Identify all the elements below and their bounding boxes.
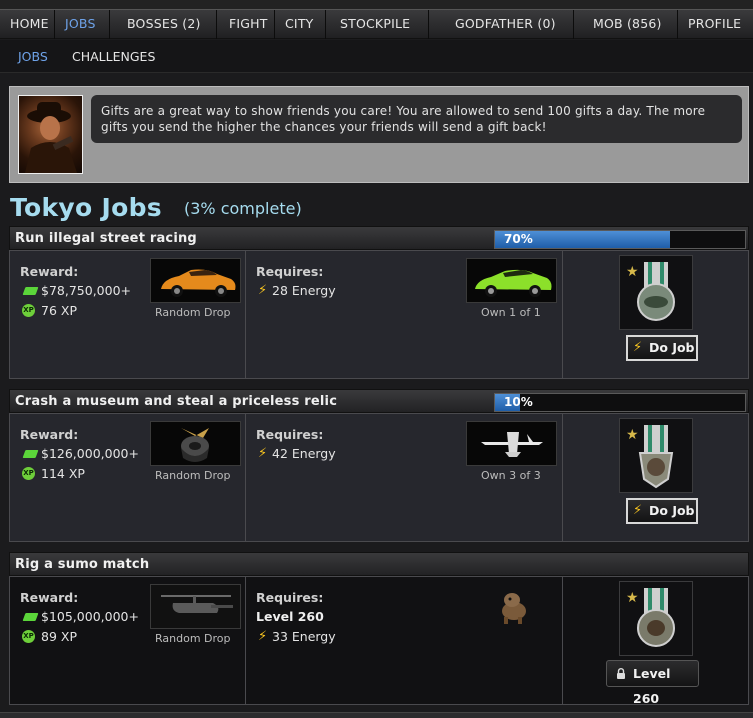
- drop-label: Random Drop: [155, 306, 231, 319]
- subnav-challenges[interactable]: CHALLENGES: [72, 49, 155, 64]
- job-name: Crash a museum and steal a priceless rel…: [15, 394, 338, 409]
- do-job-label: Do Job: [649, 340, 695, 355]
- energy-icon: ⚡: [258, 629, 268, 644]
- requires-column: Requires: ⚡ 42 Energy Own 3 of 3: [246, 414, 563, 541]
- bulldog-icon: [494, 589, 534, 625]
- energy-icon: ⚡: [633, 503, 643, 518]
- nav-home[interactable]: HOME: [0, 10, 55, 39]
- sub-nav: JOBS CHALLENGES: [0, 40, 753, 73]
- energy-icon: ⚡: [258, 283, 268, 298]
- do-job-label: Do Job: [649, 503, 695, 518]
- job-body: Reward: $78,750,000+ XP 76 XP Random Dro…: [9, 250, 749, 379]
- reward-cash: $78,750,000+: [41, 283, 131, 298]
- requires-label: Requires:: [256, 264, 324, 279]
- action-column: ★ ⚡ Do Job: [563, 251, 748, 378]
- drop-label: Random Drop: [155, 632, 231, 645]
- reward-label: Reward:: [20, 264, 79, 279]
- main-nav: HOME JOBS BOSSES (2) FIGHT CITY STOCKPIL…: [0, 9, 753, 39]
- action-column: ★ Level 260: [563, 577, 748, 706]
- energy-icon: ⚡: [258, 446, 268, 461]
- mastery-medal-icon: ★: [619, 581, 693, 656]
- job-progress-bar: 70%: [494, 230, 746, 249]
- reward-cash: $126,000,000+: [41, 446, 139, 461]
- completion-percent: (3% complete): [184, 199, 302, 218]
- footer-divider: [0, 712, 753, 718]
- job-progress-bar: 10%: [494, 393, 746, 412]
- nav-fight[interactable]: FIGHT: [217, 10, 275, 39]
- requires-column: Requires: Level 260 ⚡ 33 Energy: [246, 577, 563, 704]
- required-energy: 28 Energy: [272, 283, 336, 298]
- mastery-medal-icon: ★: [619, 418, 693, 493]
- own-count: Own 1 of 1: [481, 306, 541, 319]
- job-name: Rig a sumo match: [15, 557, 150, 572]
- nav-jobs[interactable]: JOBS: [55, 10, 110, 39]
- reward-column: Reward: $105,000,000+ XP 89 XP Random Dr…: [10, 577, 246, 704]
- reward-column: Reward: $126,000,000+ XP 114 XP Random D…: [10, 414, 246, 541]
- svg-text:★: ★: [626, 427, 639, 443]
- subnav-jobs[interactable]: JOBS: [18, 49, 48, 64]
- orange-sports-car-icon: [150, 258, 241, 303]
- cash-icon: [22, 613, 39, 621]
- required-level: Level 260: [256, 609, 324, 624]
- reward-xp: 114 XP: [41, 466, 85, 481]
- helicopter-icon: [150, 584, 241, 629]
- reward-label: Reward:: [20, 590, 79, 605]
- page-title: Tokyo Jobs: [10, 193, 162, 222]
- job-body: Reward: $126,000,000+ XP 114 XP Random D…: [9, 413, 749, 542]
- nav-mob[interactable]: MOB (856): [574, 10, 678, 39]
- nav-bosses[interactable]: BOSSES (2): [110, 10, 217, 39]
- xp-icon: XP: [22, 304, 35, 317]
- message-box: Gifts are a great way to show friends yo…: [9, 86, 749, 183]
- requires-label: Requires:: [256, 427, 324, 442]
- own-count: Own 3 of 3: [481, 469, 541, 482]
- reward-xp: 89 XP: [41, 629, 77, 644]
- drop-label: Random Drop: [155, 469, 231, 482]
- locked-level-label: Level 260: [633, 666, 671, 706]
- top-strip: [0, 0, 753, 9]
- cash-icon: [22, 450, 39, 458]
- job-name: Run illegal street racing: [15, 231, 197, 246]
- job-progress-label: 70%: [504, 232, 533, 246]
- do-job-button[interactable]: ⚡ Do Job: [626, 498, 698, 524]
- reward-cash: $105,000,000+: [41, 609, 139, 624]
- required-energy: 42 Energy: [272, 446, 336, 461]
- nav-stockpile[interactable]: STOCKPILE: [326, 10, 429, 39]
- svg-text:★: ★: [626, 264, 639, 280]
- reward-label: Reward:: [20, 427, 79, 442]
- cash-icon: [22, 287, 39, 295]
- reward-xp: 76 XP: [41, 303, 77, 318]
- xp-icon: XP: [22, 630, 35, 643]
- requires-label: Requires:: [256, 590, 324, 605]
- do-job-button[interactable]: ⚡ Do Job: [626, 335, 698, 361]
- job-body: Reward: $105,000,000+ XP 89 XP Random Dr…: [9, 576, 749, 706]
- required-energy: 33 Energy: [272, 629, 336, 644]
- action-column: ★ ⚡ Do Job: [563, 414, 748, 541]
- gift-tip-message: Gifts are a great way to show friends yo…: [91, 95, 742, 143]
- svg-text:★: ★: [626, 590, 639, 606]
- mastery-medal-icon: ★: [619, 255, 693, 330]
- xp-icon: XP: [22, 467, 35, 480]
- green-sports-car-icon: [466, 258, 557, 303]
- job-header: Rig a sumo match: [9, 552, 749, 576]
- lock-icon: [617, 668, 625, 679]
- job-header: Run illegal street racing 70%: [9, 226, 749, 250]
- drone-icon: [466, 421, 557, 466]
- requires-column: Requires: ⚡ 28 Energy Own 1 of 1: [246, 251, 563, 378]
- nav-city[interactable]: CITY: [275, 10, 326, 39]
- job-progress-label: 10%: [504, 395, 533, 409]
- job-header: Crash a museum and steal a priceless rel…: [9, 389, 749, 413]
- avatar: [18, 95, 83, 174]
- level-locked-button[interactable]: Level 260: [606, 660, 699, 706]
- nav-profile[interactable]: PROFILE: [678, 10, 753, 39]
- nav-godfather[interactable]: GODFATHER (0): [429, 10, 574, 39]
- energy-icon: ⚡: [633, 340, 643, 355]
- samurai-helmet-icon: [150, 421, 241, 466]
- reward-column: Reward: $78,750,000+ XP 76 XP Random Dro…: [10, 251, 246, 378]
